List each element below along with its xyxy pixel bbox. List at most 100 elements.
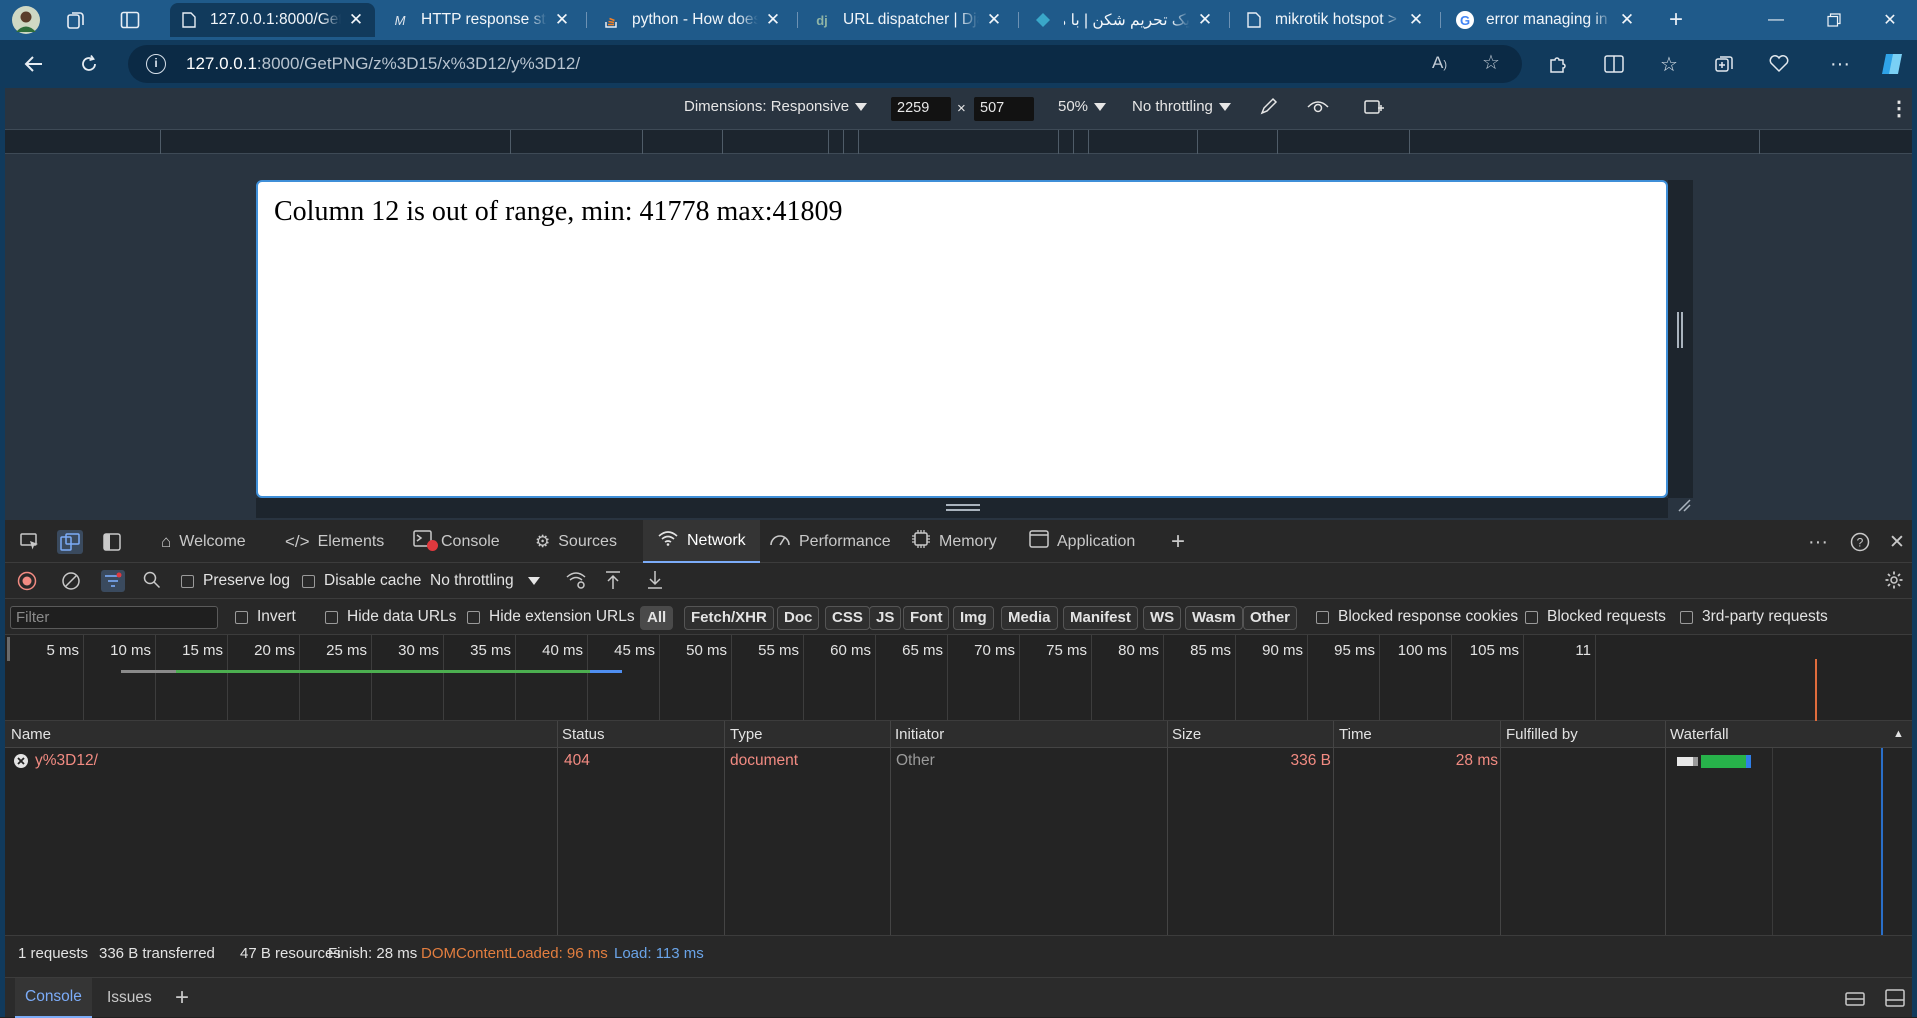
zoom-dropdown[interactable]: 50% [1058,98,1107,115]
browser-tab[interactable]: G error managing in django ✕ [1446,3,1646,37]
tab-performance[interactable]: Performance [761,520,899,563]
column-name[interactable]: Name [11,726,51,743]
disable-cache-checkbox[interactable]: Disable cache [302,572,421,590]
network-throttling-dropdown[interactable]: No throttling [430,572,540,590]
sort-ascending-icon[interactable]: ▲ [1893,728,1904,740]
favorite-star-icon[interactable]: ☆ [1482,50,1500,75]
column-waterfall[interactable]: Waterfall [1670,726,1729,743]
dimensions-dropdown[interactable]: Dimensions: Responsive [684,98,868,115]
hide-extension-urls-checkbox[interactable]: Hide extension URLs [467,608,635,626]
import-har-icon[interactable] [605,570,621,590]
filter-wasm[interactable]: Wasm [1185,606,1243,630]
column-type[interactable]: Type [730,726,763,743]
network-settings-gear-icon[interactable] [1884,570,1904,590]
filter-manifest[interactable]: Manifest [1063,606,1138,630]
close-tab-icon[interactable]: ✕ [1196,10,1214,30]
table-row[interactable]: y%3D12/ 404 document Other 336 B 28 ms [5,748,1912,774]
clear-icon[interactable] [61,571,81,591]
filter-input[interactable]: Filter [10,606,218,629]
devtools-more-icon[interactable]: ··· [1805,530,1831,554]
profile-avatar[interactable] [10,4,42,36]
column-initiator[interactable]: Initiator [895,726,944,743]
close-tab-icon[interactable]: ✕ [764,10,782,30]
copilot-icon[interactable] [1876,48,1910,80]
collections-icon[interactable] [1707,48,1741,80]
filter-js[interactable]: JS [869,606,902,630]
restore-button[interactable] [1811,0,1857,40]
help-icon[interactable]: ? [1847,530,1873,554]
column-status[interactable]: Status [562,726,605,743]
column-size[interactable]: Size [1172,726,1201,743]
filter-fetch-xhr[interactable]: Fetch/XHR [684,606,774,630]
filter-css[interactable]: CSS [825,606,870,630]
browser-essentials-icon[interactable] [1762,48,1796,80]
drawer-tab-console[interactable]: Console [15,978,92,1018]
extensions-icon[interactable] [1541,48,1575,80]
close-devtools-icon[interactable]: ✕ [1884,530,1910,554]
close-tab-icon[interactable]: ✕ [347,10,365,30]
browser-tab[interactable]: M HTTP response status codes ✕ [381,3,581,37]
site-info-icon[interactable]: i [146,54,166,74]
viewport-height-input[interactable]: 507 [974,97,1034,121]
tab-elements[interactable]: </> Elements [277,520,392,563]
favorites-icon[interactable]: ☆ [1652,48,1686,80]
close-tab-icon[interactable]: ✕ [553,10,571,30]
tab-console[interactable]: Console [405,520,508,563]
dock-side-icon[interactable] [99,530,125,554]
filter-toggle-icon[interactable] [101,570,125,592]
drawer-undock-icon[interactable] [1835,978,1875,1018]
hide-data-urls-checkbox[interactable]: Hide data URLs [325,608,456,626]
filter-other[interactable]: Other [1243,606,1298,630]
blocked-response-cookies-checkbox[interactable]: Blocked response cookies [1316,608,1518,626]
filter-media[interactable]: Media [1001,606,1058,630]
viewport-width-input[interactable]: 2259 [891,97,951,121]
device-toolbar-more-icon[interactable]: ⋮ [1889,96,1909,121]
drawer-tab-issues[interactable]: Issues [97,978,162,1018]
throttling-dropdown[interactable]: No throttling [1132,98,1231,115]
drawer-add-tab-button[interactable]: + [165,978,199,1018]
minimize-button[interactable]: — [1753,0,1799,40]
export-har-icon[interactable] [647,570,663,590]
invert-checkbox[interactable]: Invert [235,608,296,626]
corner-resize-icon[interactable] [1677,498,1691,515]
tab-actions-icon[interactable] [114,4,146,36]
filter-doc[interactable]: Doc [777,606,820,630]
read-aloud-icon[interactable]: A) [1432,53,1447,73]
filter-font[interactable]: Font [903,606,950,630]
record-button[interactable] [17,571,37,591]
search-icon[interactable] [143,571,161,589]
close-tab-icon[interactable]: ✕ [985,10,1003,30]
filter-ws[interactable]: WS [1143,606,1182,630]
drawer-close-icon[interactable] [1875,978,1915,1018]
browser-tab[interactable]: dj URL dispatcher | Django ✕ [803,3,1013,37]
add-tool-button[interactable]: + [1163,520,1193,563]
close-tab-icon[interactable]: ✕ [1407,10,1425,30]
tab-network[interactable]: Network [643,520,760,563]
sensor-pen-icon[interactable] [1259,96,1279,121]
tab-sources[interactable]: ⚙ Sources [527,520,625,563]
close-window-button[interactable]: ✕ [1867,0,1913,40]
browser-tab[interactable]: یک تحریم شکن | با ما ✕ [1024,3,1224,37]
close-tab-icon[interactable]: ✕ [1618,10,1636,30]
preserve-log-checkbox[interactable]: Preserve log [181,572,290,590]
address-bar[interactable]: i 127.0.0.1:8000/GetPNG/z%3D15/x%3D12/y%… [128,45,1522,83]
viewport-height-resizer[interactable] [256,498,1668,518]
back-button[interactable] [17,48,51,80]
network-overview-timeline[interactable]: 5 ms 10 ms 15 ms 20 ms 25 ms 30 ms 35 ms 40 ms 4… [5,635,1912,721]
tab-application[interactable]: Application [1021,520,1143,563]
filter-img[interactable]: Img [953,606,994,630]
column-time[interactable]: Time [1339,726,1372,743]
tab-memory[interactable]: Memory [903,520,1005,563]
browser-tab[interactable]: mikrotik hotspot > ✕ [1235,3,1435,37]
viewport-width-resizer[interactable] [1668,180,1693,498]
blocked-requests-checkbox[interactable]: Blocked requests [1525,608,1666,626]
request-name[interactable]: y%3D12/ [35,752,98,770]
address-url[interactable]: 127.0.0.1:8000/GetPNG/z%3D15/x%3D12/y%3D… [186,54,580,74]
rotate-icon[interactable] [1363,97,1385,121]
browser-tab-active[interactable]: 127.0.0.1:8000/GetPNG ✕ [170,3,375,37]
settings-more-icon[interactable]: ··· [1823,48,1857,80]
filter-all[interactable]: All [640,606,674,630]
browser-tab[interactable]: python - How does ✕ [592,3,792,37]
device-toolbar-toggle-icon[interactable] [57,530,83,554]
network-conditions-icon[interactable] [565,571,587,589]
